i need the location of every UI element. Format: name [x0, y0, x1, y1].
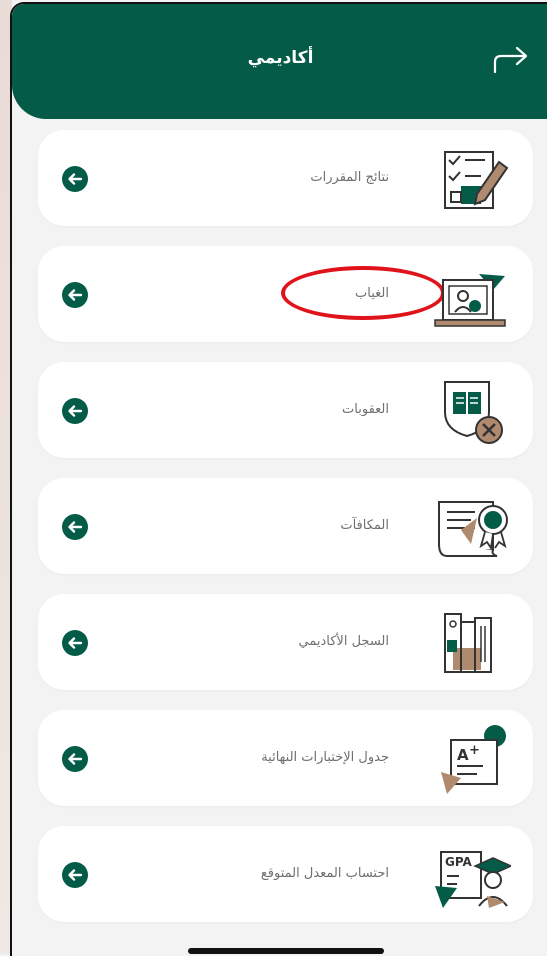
menu-item-final-exams-schedule[interactable]: جدول الإختبارات النهائية A +	[38, 710, 533, 806]
menu-item-label: جدول الإختبارات النهائية	[261, 750, 389, 765]
menu-item-label: احتساب المعدل المتوقع	[260, 866, 389, 881]
svg-text:A: A	[457, 746, 469, 764]
penalties-icon	[431, 372, 511, 448]
menu-item-rewards[interactable]: المكافآت	[38, 478, 533, 574]
final-exams-schedule-icon: A +	[431, 720, 511, 796]
absence-icon	[431, 256, 511, 332]
test-results-icon	[431, 140, 511, 216]
gpa-calculator-icon: GPA	[431, 836, 513, 912]
page-title: أكاديمي	[247, 48, 314, 68]
arrow-left-icon[interactable]	[62, 630, 88, 656]
menu-item-label: نتائج المقررات	[310, 170, 389, 185]
menu-item-label: السجل الأكاديمي	[298, 634, 389, 649]
menu-item-course-results[interactable]: نتائج المقررات	[38, 130, 533, 226]
forward-arrow-icon[interactable]	[491, 40, 531, 76]
app-screen: أكاديمي نتائج المقررات الغياب العقوبات ا…	[10, 2, 547, 956]
menu-item-absence[interactable]: الغياب	[38, 246, 533, 342]
home-indicator	[188, 948, 384, 954]
menu-item-penalties[interactable]: العقوبات	[38, 362, 533, 458]
arrow-left-icon[interactable]	[62, 746, 88, 772]
arrow-left-icon[interactable]	[62, 282, 88, 308]
arrow-left-icon[interactable]	[62, 166, 88, 192]
menu-item-gpa-calculator[interactable]: احتساب المعدل المتوقع GPA	[38, 826, 533, 922]
svg-text:GPA: GPA	[445, 855, 473, 869]
menu-item-academic-record[interactable]: السجل الأكاديمي	[38, 594, 533, 690]
menu-item-label: العقوبات	[342, 402, 389, 417]
academic-record-icon	[431, 604, 511, 680]
red-annotation-circle	[281, 266, 445, 320]
top-bar: أكاديمي	[12, 4, 547, 119]
arrow-left-icon[interactable]	[62, 862, 88, 888]
arrow-left-icon[interactable]	[62, 514, 88, 540]
rewards-icon	[431, 488, 511, 564]
arrow-left-icon[interactable]	[62, 398, 88, 424]
svg-text:+: +	[469, 743, 480, 758]
menu-item-label: المكافآت	[340, 518, 389, 533]
